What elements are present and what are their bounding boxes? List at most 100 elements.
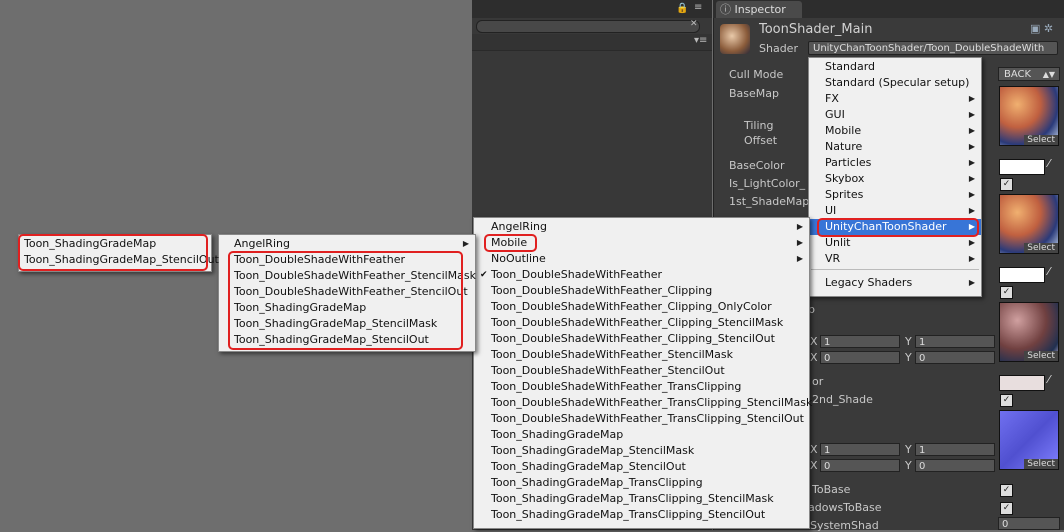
checkbox[interactable]: ✓ <box>1000 502 1013 515</box>
menu-separator <box>811 269 979 270</box>
checkbox[interactable]: ✓ <box>1000 484 1013 497</box>
base-color-swatch[interactable] <box>999 159 1045 175</box>
menu-item[interactable]: Toon_DoubleShadeWithFeather_StencilOut <box>474 363 809 379</box>
menu-item-label: Toon_DoubleShadeWithFeather_Clipping_Ste… <box>491 332 775 345</box>
menu-item[interactable]: Particles ▶ <box>809 155 981 171</box>
submenu-arrow-icon: ▶ <box>968 126 975 135</box>
close-icon[interactable]: ✕ <box>690 19 698 29</box>
submenu-arrow-icon: ▶ <box>968 94 975 103</box>
menu-item[interactable]: AngelRing ▶ <box>219 236 475 252</box>
menu-item[interactable]: NoOutline ▶ <box>474 251 809 267</box>
menu-item[interactable]: Toon_DoubleShadeWithFeather_Clipping_Ste… <box>474 331 809 347</box>
select-button[interactable]: Select <box>1024 459 1058 469</box>
menu-item-label: Mobile <box>825 124 862 137</box>
tab-label: Inspector <box>734 3 786 16</box>
dropdown-icon[interactable]: ▾≡ <box>694 35 707 46</box>
shade-map-thumbnail[interactable]: Select <box>999 194 1059 254</box>
select-button[interactable]: Select <box>1024 351 1058 361</box>
annotation-box <box>484 234 537 252</box>
material-name: ToonShader_Main <box>759 22 873 37</box>
menu-item[interactable]: Toon_ShadingGradeMap_TransClipping_Stenc… <box>474 507 809 523</box>
menu-item[interactable]: VR ▶ <box>809 251 981 267</box>
checkbox[interactable]: ✓ <box>1000 286 1013 299</box>
tiling-x-field[interactable]: 1 <box>820 335 900 348</box>
menu-item-label: Toon_DoubleShadeWithFeather_StencilMask <box>491 348 734 361</box>
menu-item[interactable]: Toon_ShadingGradeMap_StencilOut <box>474 459 809 475</box>
menu-item-label: Toon_DoubleShadeWithFeather_Clipping <box>491 284 713 297</box>
shade-color-swatch[interactable] <box>999 267 1045 283</box>
checkbox[interactable]: ✓ <box>1000 178 1013 191</box>
offset-y-field[interactable]: 0 <box>915 459 995 472</box>
scene-toolbar: 🔒 ≡ <box>472 0 712 18</box>
menu-item[interactable]: UI ▶ <box>809 203 981 219</box>
menu-item[interactable]: Unlit ▶ <box>809 235 981 251</box>
menu-item[interactable]: Toon_ShadingGradeMap_TransClipping_Stenc… <box>474 491 809 507</box>
shader-dropdown[interactable]: UnityChanToonShader/Toon_DoubleShadeWith <box>808 41 1058 55</box>
menu-item[interactable]: Toon_DoubleShadeWithFeather_Clipping <box>474 283 809 299</box>
shade-map-2-thumbnail[interactable]: Select <box>999 302 1059 362</box>
x-label: X <box>810 335 818 348</box>
toon-shader-menu: AngelRing ▶ Mobile ▶ NoOutline ▶ Toon_DoubleSh… <box>473 217 813 529</box>
menu-item[interactable]: Toon_ShadingGradeMap_TransClipping <box>474 475 809 491</box>
menu-item-label: Toon_DoubleShadeWithFeather_TransClippin… <box>491 396 813 409</box>
menu-item[interactable]: GUI ▶ <box>809 107 981 123</box>
y-label: Y <box>905 459 912 472</box>
select-button[interactable]: Select <box>1024 135 1058 145</box>
tiling-y-field[interactable]: 1 <box>915 335 995 348</box>
menu-item[interactable]: Mobile ▶ <box>809 123 981 139</box>
menu-item-label: Toon_DoubleShadeWithFeather_Clipping_Onl… <box>491 300 772 313</box>
lock-icon[interactable]: 🔒 <box>676 3 688 14</box>
menu-item[interactable]: Toon_DoubleShadeWithFeather ✔ <box>474 267 809 283</box>
stencil-shad-label: SystemShad <box>810 519 879 532</box>
menu-item[interactable]: Toon_DoubleShadeWithFeather_Clipping_Onl… <box>474 299 809 315</box>
offset-x-field[interactable]: 0 <box>820 459 900 472</box>
stencil-field[interactable]: 0 <box>998 517 1060 530</box>
tiling-x-field[interactable]: 1 <box>820 443 900 456</box>
menu-item[interactable]: FX ▶ <box>809 91 981 107</box>
second-shade-label: 2nd_Shade <box>812 393 873 406</box>
select-button[interactable]: Select <box>1024 243 1058 253</box>
eyedropper-icon[interactable]: ⁄ <box>1048 265 1050 278</box>
search-input[interactable]: ✕ <box>476 19 700 33</box>
menu-icon[interactable]: ≡ <box>694 2 702 13</box>
menu-item[interactable]: Sprites ▶ <box>809 187 981 203</box>
menu-item[interactable]: Standard <box>809 59 981 75</box>
y-label: Y <box>905 335 912 348</box>
submenu-arrow-icon: ▶ <box>796 238 803 247</box>
menu-item[interactable]: Toon_DoubleShadeWithFeather_TransClippin… <box>474 411 809 427</box>
submenu-arrow-icon: ▶ <box>968 142 975 151</box>
menu-item[interactable]: Skybox ▶ <box>809 171 981 187</box>
menu-item[interactable]: Nature ▶ <box>809 139 981 155</box>
menu-item-label: Sprites <box>825 188 864 201</box>
first-shade-map-label: 1st_ShadeMap <box>729 195 810 208</box>
settings-icon[interactable]: ▣ ✲ <box>1030 22 1053 35</box>
offset-y-field[interactable]: 0 <box>915 351 995 364</box>
eyedropper-icon[interactable]: ⁄ <box>1048 157 1050 170</box>
offset-x-field[interactable]: 0 <box>820 351 900 364</box>
scene-subtoolbar: ▾≡ <box>472 34 712 51</box>
menu-item[interactable]: Standard (Specular setup) <box>809 75 981 91</box>
menu-item[interactable]: AngelRing ▶ <box>474 219 809 235</box>
menu-item-label: VR <box>825 252 841 265</box>
menu-item-label: Toon_ShadingGradeMap_TransClipping <box>491 476 703 489</box>
x-label: X <box>810 443 818 456</box>
menu-item[interactable]: Toon_DoubleShadeWithFeather_TransClippin… <box>474 379 809 395</box>
menu-item[interactable]: Toon_ShadingGradeMap <box>474 427 809 443</box>
tiling-y-field[interactable]: 1 <box>915 443 995 456</box>
menu-item-label: Toon_ShadingGradeMap_StencilOut <box>491 460 686 473</box>
menu-item[interactable]: Toon_DoubleShadeWithFeather_Clipping_Ste… <box>474 315 809 331</box>
tab-inspector[interactable]: ⓘ Inspector <box>716 1 802 18</box>
base-map-thumbnail[interactable]: Select <box>999 86 1059 146</box>
checkbox[interactable]: ✓ <box>1000 394 1013 407</box>
submenu-arrow-icon: ▶ <box>968 238 975 247</box>
menu-item[interactable]: Toon_DoubleShadeWithFeather_TransClippin… <box>474 395 813 411</box>
menu-item[interactable]: Legacy Shaders ▶ <box>809 275 981 291</box>
menu-item[interactable]: Toon_DoubleShadeWithFeather_StencilMask <box>474 347 809 363</box>
second-shade-color-swatch[interactable] <box>999 375 1045 391</box>
cull-mode-dropdown[interactable]: BACK ▲▼ <box>998 67 1060 81</box>
eyedropper-icon[interactable]: ⁄ <box>1048 373 1050 386</box>
menu-item-label: Toon_DoubleShadeWithFeather_TransClippin… <box>491 380 742 393</box>
normal-map-thumbnail[interactable]: Select <box>999 410 1059 470</box>
cull-mode-value: BACK <box>1004 69 1032 80</box>
menu-item[interactable]: Toon_ShadingGradeMap_StencilMask <box>474 443 809 459</box>
